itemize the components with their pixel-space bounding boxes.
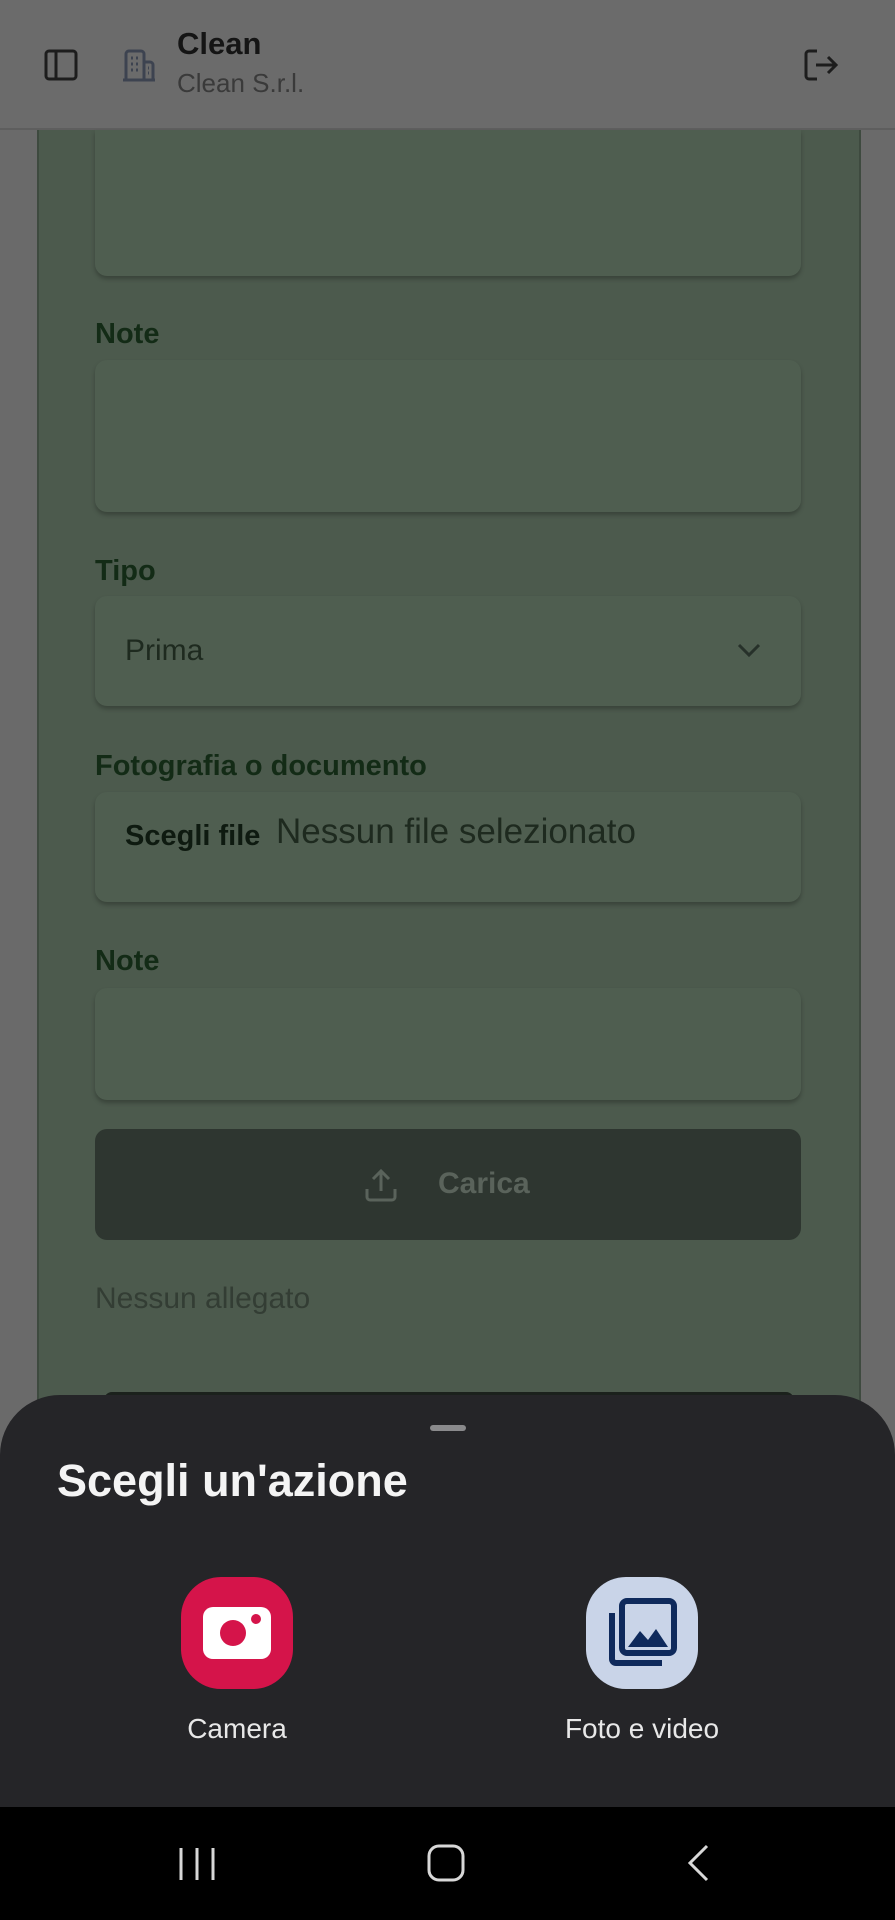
gallery-icon[interactable] — [586, 1577, 698, 1689]
company-name: Clean — [177, 26, 262, 61]
recent-apps-icon[interactable] — [175, 1844, 219, 1884]
choose-file-button[interactable]: Scegli file — [125, 820, 260, 853]
tipo-label: Tipo — [95, 555, 156, 587]
no-attachments-text: Nessun allegato — [95, 1282, 311, 1315]
sheet-drag-handle[interactable] — [430, 1425, 466, 1431]
building-icon — [123, 49, 155, 82]
camera-icon[interactable] — [181, 1577, 293, 1689]
photo-label: Fotografia o documento — [95, 750, 427, 782]
upload-icon — [365, 1168, 397, 1202]
camera-label: Camera — [187, 1713, 287, 1744]
file-status-text: Nessun file selezionato — [276, 812, 636, 851]
home-icon[interactable] — [425, 1842, 467, 1884]
note-textarea[interactable] — [95, 360, 801, 512]
tipo-selected-value: Prima — [125, 634, 204, 667]
company-legal-name: Clean S.r.l. — [177, 68, 305, 98]
previous-textarea[interactable] — [95, 130, 801, 276]
gallery-label: Foto e video — [564, 1713, 720, 1744]
sheet-title: Scegli un'azione — [57, 1455, 408, 1506]
note-label-2: Note — [95, 945, 160, 977]
back-icon[interactable] — [683, 1842, 713, 1884]
chevron-down-icon — [737, 643, 761, 658]
tipo-select[interactable]: Prima — [95, 596, 801, 706]
system-navigation-bar — [0, 1807, 895, 1920]
sidebar-toggle-icon[interactable] — [44, 48, 78, 82]
note-label: Note — [95, 318, 160, 350]
app-header: Clean Clean S.r.l. — [0, 0, 895, 130]
upload-label: Carica — [438, 1167, 530, 1200]
note-input[interactable] — [95, 988, 801, 1100]
logout-icon[interactable] — [802, 46, 840, 84]
upload-button[interactable]: Carica — [95, 1129, 801, 1240]
file-input[interactable]: Scegli file Nessun file selezionato — [95, 792, 801, 902]
action-chooser-sheet: Scegli un'azione Camera Foto e video — [0, 1395, 895, 1807]
